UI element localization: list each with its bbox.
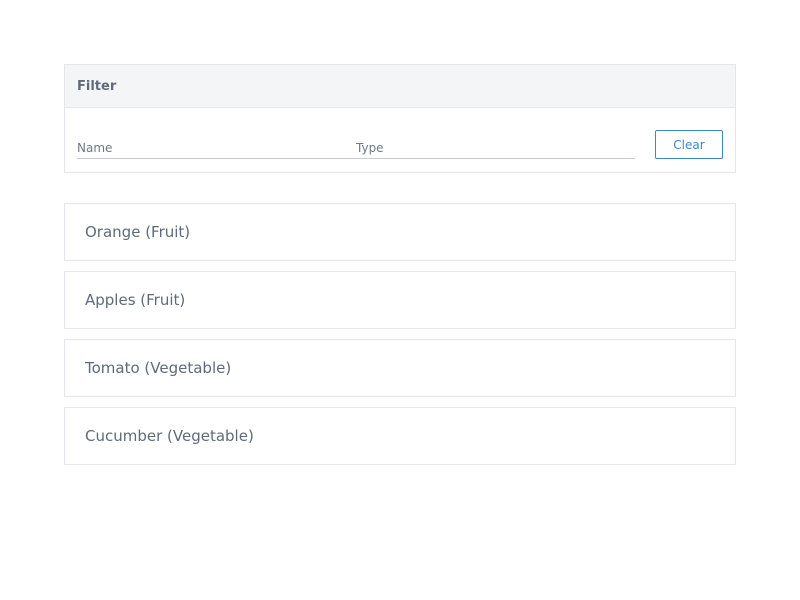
list-item[interactable]: Orange (Fruit) bbox=[64, 203, 736, 261]
name-input[interactable] bbox=[77, 130, 356, 158]
list-item[interactable]: Apples (Fruit) bbox=[64, 271, 736, 329]
type-input[interactable] bbox=[356, 130, 635, 158]
list-item[interactable]: Tomato (Vegetable) bbox=[64, 339, 736, 397]
filter-title: Filter bbox=[65, 65, 735, 108]
item-list: Orange (Fruit) Apples (Fruit) Tomato (Ve… bbox=[64, 203, 736, 465]
page-container: Filter Clear Orange (Fruit) Apples (Frui… bbox=[64, 64, 736, 475]
clear-button[interactable]: Clear bbox=[655, 130, 723, 159]
list-item[interactable]: Cucumber (Vegetable) bbox=[64, 407, 736, 465]
filter-body: Clear bbox=[65, 108, 735, 172]
filter-panel: Filter Clear bbox=[64, 64, 736, 173]
name-field-wrapper bbox=[77, 130, 356, 159]
type-field-wrapper bbox=[356, 130, 635, 159]
